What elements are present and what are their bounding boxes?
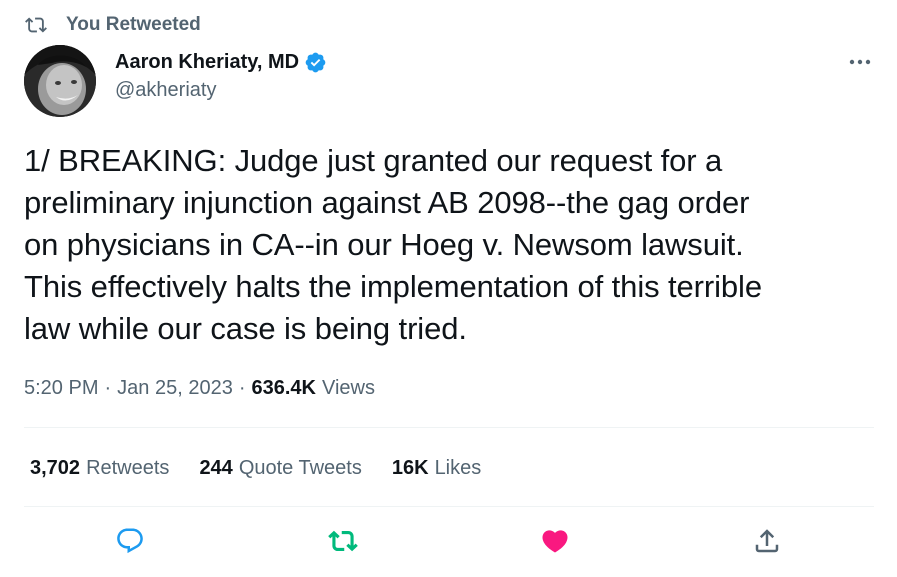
tweet-text: 1/ BREAKING: Judge just granted our requ… <box>24 143 762 346</box>
author-handle[interactable]: @akheriaty <box>115 79 216 102</box>
author-name[interactable]: Aaron Kheriaty, MD <box>115 51 299 74</box>
quote-tweets-count: 244 <box>199 456 233 479</box>
retweet-icon <box>24 13 48 37</box>
views-label: Views <box>321 376 375 399</box>
retweet-banner-label: You Retweeted <box>66 14 201 35</box>
tweet-time[interactable]: 5:20 PM <box>24 377 98 400</box>
retweets-count: 3,702 <box>30 456 81 479</box>
quote-tweets-label: Quote Tweets <box>238 456 362 479</box>
likes-count: 16K <box>391 456 429 479</box>
verified-badge-icon[interactable] <box>304 51 327 74</box>
views-count: 636.4K <box>251 376 316 399</box>
likes-label: Likes <box>434 456 482 479</box>
avatar[interactable] <box>24 45 96 117</box>
tweet-meta: 5:20 PM · Jan 25, 2023 · 636.4K Views <box>24 374 375 402</box>
retweet-banner: You Retweeted <box>24 13 201 37</box>
heart-icon <box>540 526 570 561</box>
retweet-button[interactable] <box>326 526 360 560</box>
engagement-stats: 3,702 Retweets 244 Quote Tweets 16K Like… <box>30 454 511 482</box>
meta-separator: · <box>238 376 246 399</box>
retweets-label: Retweets <box>86 456 170 479</box>
reply-icon <box>115 526 145 561</box>
likes-stat[interactable]: 16K Likes <box>392 457 481 480</box>
retweets-stat[interactable]: 3,702 Retweets <box>30 457 169 480</box>
more-dots-icon[interactable] <box>843 48 877 76</box>
tweet-date[interactable]: Jan 25, 2023 <box>117 377 233 400</box>
quote-tweets-stat[interactable]: 244 Quote Tweets <box>199 457 361 480</box>
author-name-row: Aaron Kheriaty, MD <box>115 48 327 76</box>
like-button[interactable] <box>538 526 572 560</box>
retweet-icon <box>328 526 358 561</box>
meta-separator: · <box>104 376 112 399</box>
divider <box>24 427 874 428</box>
share-button[interactable] <box>750 526 784 560</box>
reply-button[interactable] <box>113 526 147 560</box>
share-icon <box>752 526 782 561</box>
divider <box>24 506 874 507</box>
